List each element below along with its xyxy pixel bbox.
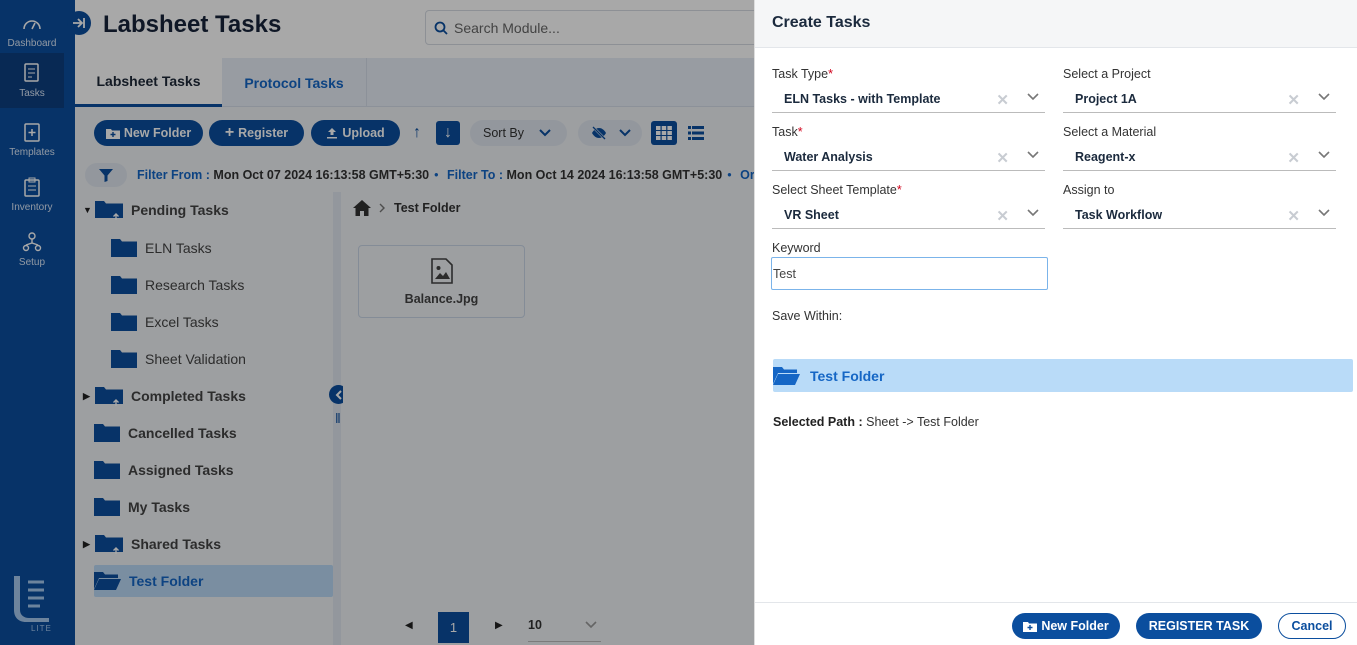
- open-folder-icon: [773, 366, 800, 385]
- register-task-button[interactable]: REGISTER TASK: [1136, 613, 1262, 639]
- chevron-down-icon[interactable]: [1027, 93, 1039, 101]
- assign-to-value: Task Workflow: [1075, 207, 1163, 222]
- task-select[interactable]: Water Analysis ✕: [772, 143, 1045, 171]
- project-value: Project 1A: [1075, 91, 1137, 106]
- task-type-select[interactable]: ELN Tasks - with Template ✕: [772, 85, 1045, 113]
- chevron-down-icon[interactable]: [1318, 93, 1330, 101]
- chevron-down-icon[interactable]: [1027, 209, 1039, 217]
- modal-backdrop[interactable]: [0, 0, 754, 645]
- panel-footer: New Folder REGISTER TASK Cancel: [755, 602, 1357, 645]
- selected-path: Selected Path : Sheet -> Test Folder: [773, 415, 979, 429]
- sheet-template-select[interactable]: VR Sheet ✕: [772, 201, 1045, 229]
- project-label: Select a Project: [1063, 67, 1151, 81]
- material-label: Select a Material: [1063, 125, 1157, 139]
- clear-icon[interactable]: ✕: [996, 91, 1009, 109]
- task-type-label: Task Type*: [772, 67, 833, 81]
- create-tasks-panel: Create Tasks Task Type* ELN Tasks - with…: [754, 0, 1357, 645]
- panel-title: Create Tasks: [755, 0, 1357, 48]
- task-value: Water Analysis: [784, 149, 873, 164]
- assign-to-select[interactable]: Task Workflow ✕: [1063, 201, 1336, 229]
- chevron-down-icon[interactable]: [1318, 151, 1330, 159]
- sheet-template-label: Select Sheet Template*: [772, 183, 902, 197]
- sheet-template-value: VR Sheet: [784, 207, 839, 222]
- panel-new-folder-button[interactable]: New Folder: [1012, 613, 1120, 639]
- save-folder-item[interactable]: Test Folder: [773, 359, 1353, 392]
- panel-new-folder-label: New Folder: [1041, 619, 1109, 633]
- keyword-input[interactable]: Test: [771, 257, 1048, 290]
- clear-icon[interactable]: ✕: [1287, 91, 1300, 109]
- clear-icon[interactable]: ✕: [1287, 149, 1300, 167]
- clear-icon[interactable]: ✕: [996, 207, 1009, 225]
- assign-to-label: Assign to: [1063, 183, 1115, 197]
- selected-path-label: Selected Path :: [773, 415, 863, 429]
- task-label: Task*: [772, 125, 803, 139]
- folder-plus-icon: [1023, 621, 1038, 632]
- material-value: Reagent-x: [1075, 149, 1136, 164]
- material-select[interactable]: Reagent-x ✕: [1063, 143, 1336, 171]
- clear-icon[interactable]: ✕: [996, 149, 1009, 167]
- chevron-down-icon[interactable]: [1027, 151, 1039, 159]
- save-folder-label: Test Folder: [810, 367, 885, 384]
- save-within-label: Save Within:: [772, 309, 843, 323]
- clear-icon[interactable]: ✕: [1287, 207, 1300, 225]
- chevron-down-icon[interactable]: [1318, 209, 1330, 217]
- project-select[interactable]: Project 1A ✕: [1063, 85, 1336, 113]
- task-type-value: ELN Tasks - with Template: [784, 91, 941, 106]
- keyword-label: Keyword: [772, 241, 821, 255]
- cancel-button[interactable]: Cancel: [1278, 613, 1346, 639]
- selected-path-value: Sheet -> Test Folder: [866, 415, 979, 429]
